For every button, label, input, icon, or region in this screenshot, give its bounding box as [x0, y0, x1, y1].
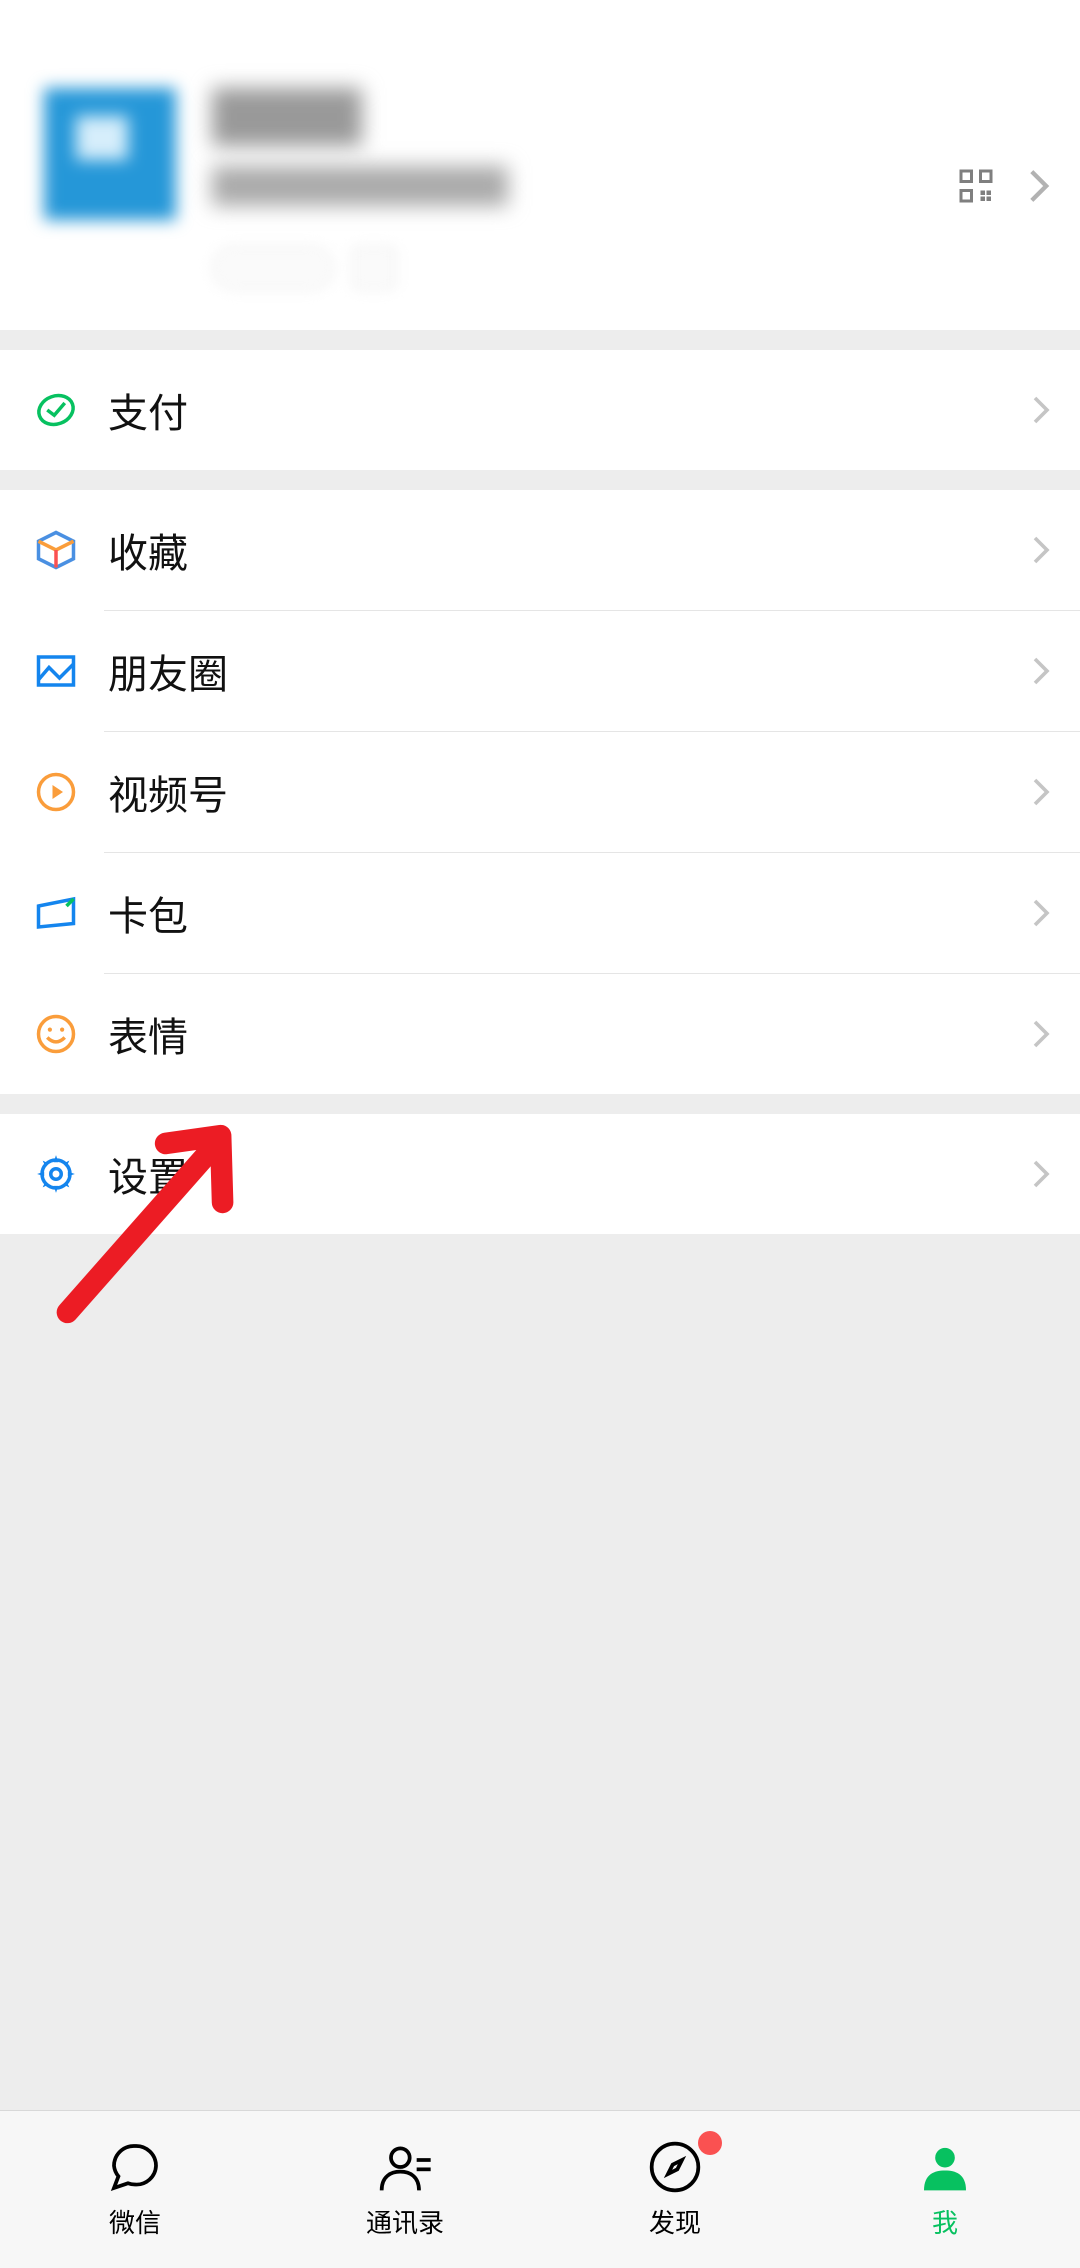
menu-item-settings[interactable]: 设置	[0, 1114, 1080, 1234]
badge-dot	[698, 2131, 722, 2155]
chevron-right-icon	[1028, 168, 1050, 204]
tab-label: 我	[932, 2203, 958, 2240]
tab-discover[interactable]: 发现	[540, 2111, 810, 2268]
profile-name	[212, 88, 362, 146]
menu-item-cards[interactable]: 卡包	[0, 853, 1080, 973]
play-icon	[34, 770, 78, 814]
tab-label: 发现	[649, 2203, 701, 2240]
pay-icon	[34, 388, 78, 432]
menu-label: 卡包	[108, 884, 1032, 942]
chevron-right-icon	[1032, 395, 1050, 425]
status-pill[interactable]	[212, 246, 334, 290]
chevron-right-icon	[1032, 777, 1050, 807]
chevron-right-icon	[1032, 656, 1050, 686]
tab-bar: 微信 通讯录 发现 我	[0, 2110, 1080, 2268]
menu-item-channels[interactable]: 视频号	[0, 732, 1080, 852]
profile-header[interactable]	[0, 0, 1080, 330]
menu-group-settings: 设置	[0, 1114, 1080, 1234]
tab-me[interactable]: 我	[810, 2111, 1080, 2268]
menu-label: 朋友圈	[108, 642, 1032, 700]
menu-label: 收藏	[108, 521, 1032, 579]
avatar[interactable]	[44, 88, 176, 220]
menu-label: 视频号	[108, 763, 1032, 821]
menu-item-stickers[interactable]: 表情	[0, 974, 1080, 1094]
gear-icon	[34, 1152, 78, 1196]
profile-wechat-id	[212, 166, 508, 206]
menu-label: 表情	[108, 1005, 1032, 1063]
tab-chats[interactable]: 微信	[0, 2111, 270, 2268]
chevron-right-icon	[1032, 898, 1050, 928]
picture-icon	[34, 649, 78, 693]
menu-label: 支付	[108, 381, 1032, 439]
qr-code-icon[interactable]	[958, 168, 994, 204]
menu-group-pay: 支付	[0, 350, 1080, 470]
menu-label: 设置	[108, 1145, 1032, 1203]
menu-item-favorites[interactable]: 收藏	[0, 490, 1080, 610]
menu-item-pay[interactable]: 支付	[0, 350, 1080, 470]
tab-label: 微信	[109, 2203, 161, 2240]
smile-icon	[34, 1012, 78, 1056]
chevron-right-icon	[1032, 535, 1050, 565]
tab-contacts[interactable]: 通讯录	[270, 2111, 540, 2268]
status-extra[interactable]	[352, 246, 396, 290]
tab-label: 通讯录	[366, 2203, 444, 2240]
chevron-right-icon	[1032, 1019, 1050, 1049]
chevron-right-icon	[1032, 1159, 1050, 1189]
menu-item-moments[interactable]: 朋友圈	[0, 611, 1080, 731]
card-icon	[34, 891, 78, 935]
cube-icon	[34, 528, 78, 572]
menu-group-main: 收藏 朋友圈 视频号	[0, 490, 1080, 1094]
